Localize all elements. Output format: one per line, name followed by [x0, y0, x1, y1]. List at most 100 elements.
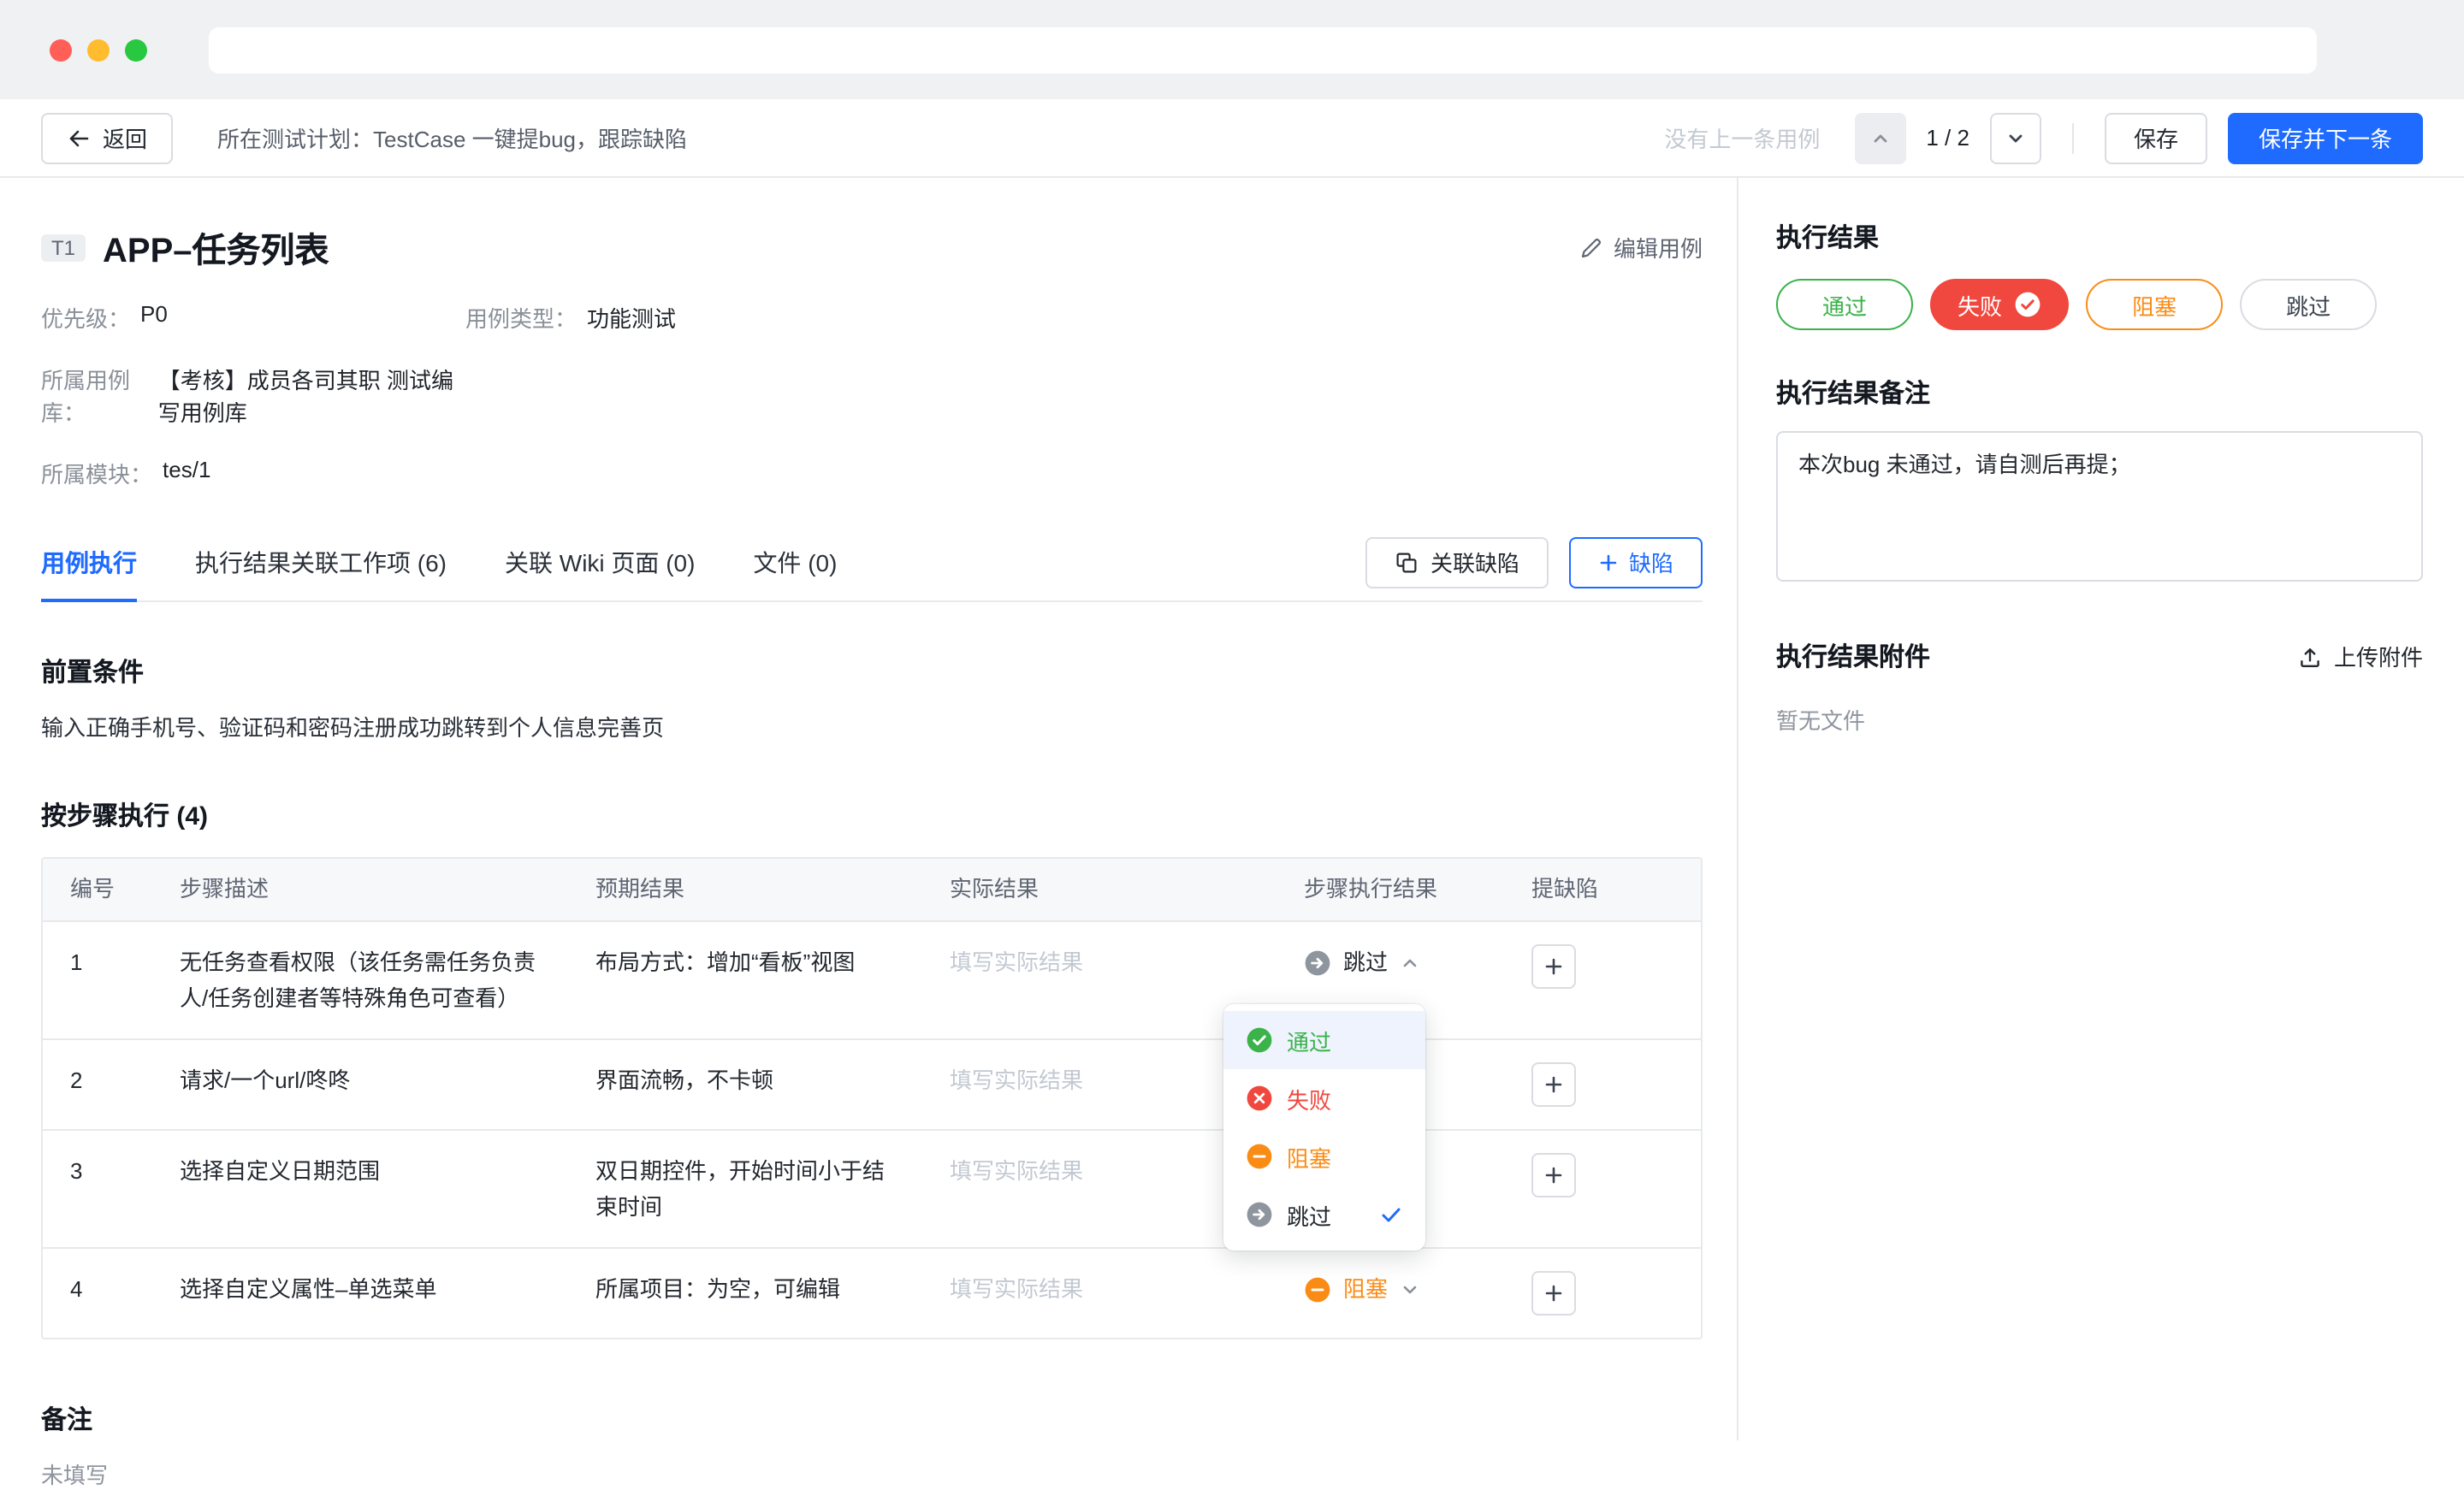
step-result-select[interactable]: 跳过	[1304, 944, 1420, 980]
window-controls	[50, 38, 147, 61]
field-priority: 优先级： P0	[41, 301, 465, 334]
step-result-select[interactable]: 阻塞	[1304, 1271, 1420, 1307]
execution-sidebar: 执行结果 通过 失败 阻塞 跳过 执行结果备注 本次bug 未通过，请自测后再提…	[1738, 178, 2464, 1440]
dropdown-option-pass[interactable]: 通过	[1223, 1011, 1425, 1069]
field-value: tes/1	[163, 457, 210, 489]
window-close-button[interactable]	[50, 38, 72, 61]
link-defect-label: 关联缺陷	[1430, 546, 1519, 578]
upload-attachment-label: 上传附件	[2334, 640, 2423, 672]
step-result-label: 阻塞	[1343, 1271, 1388, 1307]
precondition-title: 前置条件	[41, 653, 1703, 689]
test-plan-label: 所在测试计划：TestCase 一键提bug，跟踪缺陷	[217, 121, 687, 154]
result-option-block[interactable]: 阻塞	[2086, 279, 2223, 330]
selected-check-icon	[1379, 1203, 1403, 1227]
field-label: 用例类型：	[465, 301, 577, 334]
previous-case-button[interactable]	[1854, 112, 1905, 163]
dropdown-option-fail[interactable]: 失败	[1223, 1069, 1425, 1127]
case-title: APP–任务列表	[103, 222, 329, 272]
add-step-defect-button[interactable]	[1531, 1062, 1576, 1107]
no-files-text: 暂无文件	[1776, 703, 2423, 736]
fail-status-icon	[1246, 1085, 1273, 1112]
next-case-button[interactable]	[1990, 112, 2041, 163]
window-zoom-button[interactable]	[125, 38, 147, 61]
selected-check-icon	[2014, 291, 2041, 318]
tab-linked-work-items[interactable]: 执行结果关联工作项 (6)	[195, 523, 447, 600]
table-row: 2 请求/一个url/咚咚 界面流畅，不卡顿 填写实际结果	[43, 1038, 1701, 1129]
window-minimize-button[interactable]	[87, 38, 110, 61]
block-status-icon	[1304, 1275, 1331, 1303]
dropdown-option-block[interactable]: 阻塞	[1223, 1127, 1425, 1185]
result-option-fail-label: 失败	[1958, 288, 2002, 321]
step-desc: 请求/一个url/咚咚	[152, 1040, 568, 1120]
add-step-defect-button[interactable]	[1531, 944, 1576, 989]
chevron-up-icon	[1400, 952, 1420, 973]
tabs: 用例执行 执行结果关联工作项 (6) 关联 Wiki 页面 (0) 文件 (0)…	[41, 523, 1703, 602]
step-expected: 所属项目：为空，可编辑	[568, 1249, 922, 1329]
save-button[interactable]: 保存	[2105, 112, 2207, 163]
execution-result-title: 执行结果	[1776, 219, 2423, 255]
actual-result-input[interactable]: 填写实际结果	[922, 1249, 1276, 1329]
plus-icon	[1543, 956, 1564, 977]
tab-files[interactable]: 文件 (0)	[753, 523, 837, 600]
actual-result-input[interactable]: 填写实际结果	[922, 922, 1276, 1002]
attachment-title: 执行结果附件	[1776, 638, 1930, 674]
upload-attachment-button[interactable]: 上传附件	[2298, 640, 2423, 672]
add-defect-button[interactable]: 缺陷	[1569, 536, 1703, 588]
field-row: 所属模块： tes/1	[41, 457, 1703, 489]
defect-cell	[1504, 1040, 1701, 1129]
arrow-left-icon	[67, 126, 91, 150]
step-expected: 界面流畅，不卡顿	[568, 1040, 922, 1120]
field-module: 所属模块： tes/1	[41, 457, 465, 489]
case-pager: 1 / 2	[1926, 125, 1969, 151]
notes-value: 未填写	[41, 1457, 1703, 1490]
step-desc: 无任务查看权限（该任务需任务负责人/任务创建者等特殊角色可查看）	[152, 922, 568, 1038]
tab-case-execution[interactable]: 用例执行	[41, 523, 137, 600]
field-row: 优先级： P0 用例类型： 功能测试	[41, 301, 1703, 334]
col-header-no: 编号	[43, 859, 152, 920]
result-option-skip[interactable]: 跳过	[2240, 279, 2377, 330]
result-option-pass[interactable]: 通过	[1776, 279, 1913, 330]
skip-status-icon	[1246, 1201, 1273, 1228]
address-bar[interactable]	[209, 27, 2317, 73]
result-options: 通过 失败 阻塞 跳过	[1776, 279, 2423, 330]
field-case-type: 用例类型： 功能测试	[465, 301, 676, 334]
case-type-tag: T1	[41, 234, 86, 261]
save-and-next-button[interactable]: 保存并下一条	[2228, 112, 2423, 163]
tab-wiki-pages[interactable]: 关联 Wiki 页面 (0)	[505, 523, 695, 600]
field-row: 所属用例库： 【考核】成员各司其职 测试编写用例库	[41, 363, 1703, 428]
dropdown-option-skip[interactable]: 跳过	[1223, 1185, 1425, 1244]
table-row: 1 无任务查看权限（该任务需任务负责人/任务创建者等特殊角色可查看） 布局方式：…	[43, 920, 1701, 1038]
block-status-icon	[1246, 1143, 1273, 1170]
add-step-defect-button[interactable]	[1531, 1153, 1576, 1197]
field-value: 【考核】成员各司其职 测试编写用例库	[158, 363, 465, 428]
main-panel: T1 APP–任务列表 编辑用例 优先级： P0 用例类型： 功能测试	[0, 178, 1738, 1440]
field-label: 优先级：	[41, 301, 130, 334]
table-row: 3 选择自定义日期范围 双日期控件，开始时间小于结束时间 填写实际结果	[43, 1129, 1701, 1247]
step-desc: 选择自定义属性–单选菜单	[152, 1249, 568, 1329]
defect-cell	[1504, 1131, 1701, 1220]
dropdown-option-label: 阻塞	[1287, 1140, 1331, 1173]
add-step-defect-button[interactable]	[1531, 1271, 1576, 1316]
result-option-fail[interactable]: 失败	[1930, 279, 2069, 330]
steps-title: 按步骤执行 (4)	[41, 797, 1703, 833]
back-label: 返回	[103, 121, 147, 154]
table-header: 编号 步骤描述 预期结果 实际结果 步骤执行结果 提缺陷	[43, 859, 1701, 920]
chevron-up-icon	[1869, 127, 1890, 148]
plus-icon	[1543, 1074, 1564, 1095]
step-no: 2	[43, 1040, 152, 1120]
step-expected: 双日期控件，开始时间小于结束时间	[568, 1131, 922, 1247]
toolbar: 返回 所在测试计划：TestCase 一键提bug，跟踪缺陷 没有上一条用例 1…	[0, 99, 2464, 178]
plus-icon	[1543, 1283, 1564, 1304]
step-result-label: 跳过	[1343, 944, 1388, 980]
chevron-down-icon	[1400, 1279, 1420, 1299]
step-expected: 布局方式：增加“看板”视图	[568, 922, 922, 1002]
back-button[interactable]: 返回	[41, 112, 173, 163]
step-no: 1	[43, 922, 152, 1002]
overlap-squares-icon	[1395, 550, 1419, 574]
step-no: 3	[43, 1131, 152, 1211]
result-remark-textarea[interactable]: 本次bug 未通过，请自测后再提；	[1776, 431, 2423, 582]
link-defect-button[interactable]: 关联缺陷	[1365, 536, 1549, 588]
edit-case-button[interactable]: 编辑用例	[1579, 231, 1703, 263]
case-header: T1 APP–任务列表 编辑用例	[41, 222, 1703, 272]
no-previous-case-text: 没有上一条用例	[1664, 121, 1820, 154]
